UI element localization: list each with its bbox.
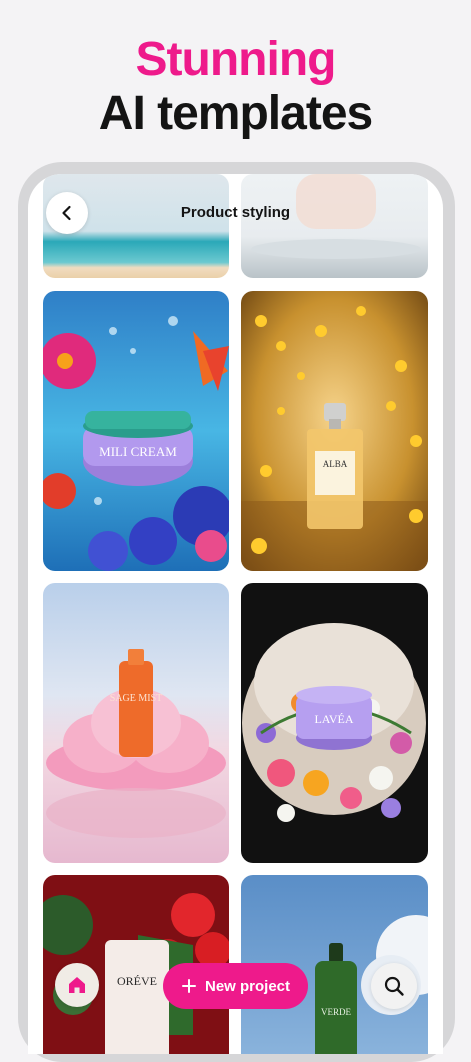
template-tile-water[interactable] — [241, 174, 428, 278]
headline-line-1: Stunning — [135, 33, 337, 86]
template-tile-lavea[interactable]: LAVÉA — [241, 583, 428, 863]
product-label-mili-cream: MILI CREAM — [99, 444, 177, 459]
phone-screen: Product styling MILI CREAM ALBA SAGE MIS… — [28, 174, 443, 1054]
plus-icon — [181, 979, 196, 993]
product-label-verde: VERDE — [321, 1007, 351, 1017]
search-icon — [384, 976, 404, 996]
new-project-button[interactable]: New project — [163, 963, 308, 1009]
product-label-oreve: ORÉVE — [117, 974, 157, 988]
home-icon — [69, 977, 85, 993]
product-label-sage-mist: SAGE MIST — [110, 693, 163, 704]
headline-line-2: AI templates — [98, 87, 373, 140]
template-tile-sage-mist[interactable]: SAGE MIST — [43, 583, 229, 863]
template-tile-alba[interactable]: ALBA — [241, 291, 428, 571]
screen-title: Product styling — [180, 204, 291, 221]
home-button[interactable] — [55, 963, 99, 1007]
template-tile-mili-cream[interactable]: MILI CREAM — [43, 291, 229, 571]
search-button[interactable] — [371, 963, 417, 1009]
product-label-lavea: LAVÉA — [314, 712, 353, 726]
product-label-alba: ALBA — [323, 459, 348, 469]
new-project-label: New project — [204, 977, 291, 995]
